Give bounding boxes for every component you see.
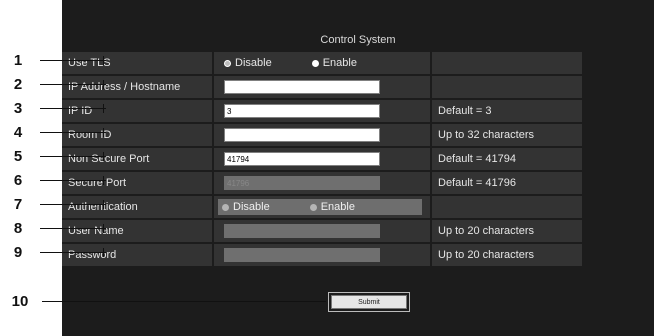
note-non-secure-port: Default = 41794 [432,148,582,170]
callout-6: 6 [0,171,110,191]
callout-4: 4 [0,123,110,143]
note-password: Up to 20 characters [432,244,582,266]
row-user-name: User Name Up to 20 characters [62,220,582,242]
note-authentication [432,196,582,218]
row-non-secure-port: Non Secure Port Default = 41794 [62,148,582,170]
callout-9: 9 [0,243,110,263]
row-use-tls: Use TLS Disable Enable [62,52,582,74]
room-id-input[interactable] [224,128,380,142]
note-use-tls [432,52,582,74]
radio-disabled-icon [309,203,317,211]
row-password: Password Up to 20 characters [62,244,582,266]
callout-3: 3 [0,99,110,119]
callout-7: 7 [0,195,110,215]
ip-id-input[interactable] [224,104,380,118]
callout-10: 10 [0,292,330,312]
note-user-name: Up to 20 characters [432,220,582,242]
row-room-id: Room ID Up to 32 characters [62,124,582,146]
radio-selected-icon [224,59,231,67]
radio-disabled-icon [222,203,229,211]
use-tls-radio-group: Disable Enable [214,52,430,74]
ip-address-input[interactable] [224,80,380,94]
password-input [224,248,380,262]
use-tls-disable-radio[interactable]: Disable [224,57,272,69]
panel-title: Control System [320,34,396,46]
authentication-enable-radio: Enable [309,201,355,213]
row-secure-port: Secure Port Default = 41796 [62,172,582,194]
secure-port-input [224,176,380,190]
authentication-disable-radio: Disable [222,201,270,213]
callout-5: 5 [0,147,110,167]
submit-button-frame: Submit [328,292,410,312]
note-ip-address [432,76,582,98]
note-room-id: Up to 32 characters [432,124,582,146]
note-ip-id: Default = 3 [432,100,582,122]
authentication-radio-group: Disable Enable [214,196,430,218]
callout-8: 8 [0,219,110,239]
radio-unselected-icon [311,59,319,67]
callout-2: 2 [0,75,110,95]
callout-1: 1 [0,51,110,71]
use-tls-enable-radio[interactable]: Enable [311,57,357,69]
row-ip-address: IP Address / Hostname [62,76,582,98]
note-secure-port: Default = 41796 [432,172,582,194]
non-secure-port-input[interactable] [224,152,380,166]
row-authentication: Authentication Disable Enable [62,196,582,218]
user-name-input [224,224,380,238]
row-ip-id: IP ID Default = 3 [62,100,582,122]
control-system-panel: Control System Use TLS Disable Enable IP… [62,0,654,336]
submit-button[interactable]: Submit [331,295,407,309]
